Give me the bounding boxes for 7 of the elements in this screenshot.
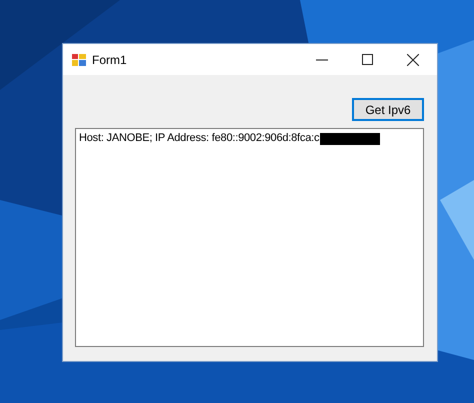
get-ipv6-button[interactable]: Get Ipv6 <box>352 98 424 121</box>
form-icon <box>72 54 86 66</box>
close-icon[interactable] <box>407 54 419 66</box>
window-title: Form1 <box>92 52 127 66</box>
output-text: Host: JANOBE; IP Address: fe80::9002:906d:8fca:c <box>79 132 320 144</box>
maximize-icon[interactable] <box>362 54 373 65</box>
output-textbox[interactable]: Host: JANOBE; IP Address: fe80::9002:906d:8fca:c <box>75 128 424 347</box>
